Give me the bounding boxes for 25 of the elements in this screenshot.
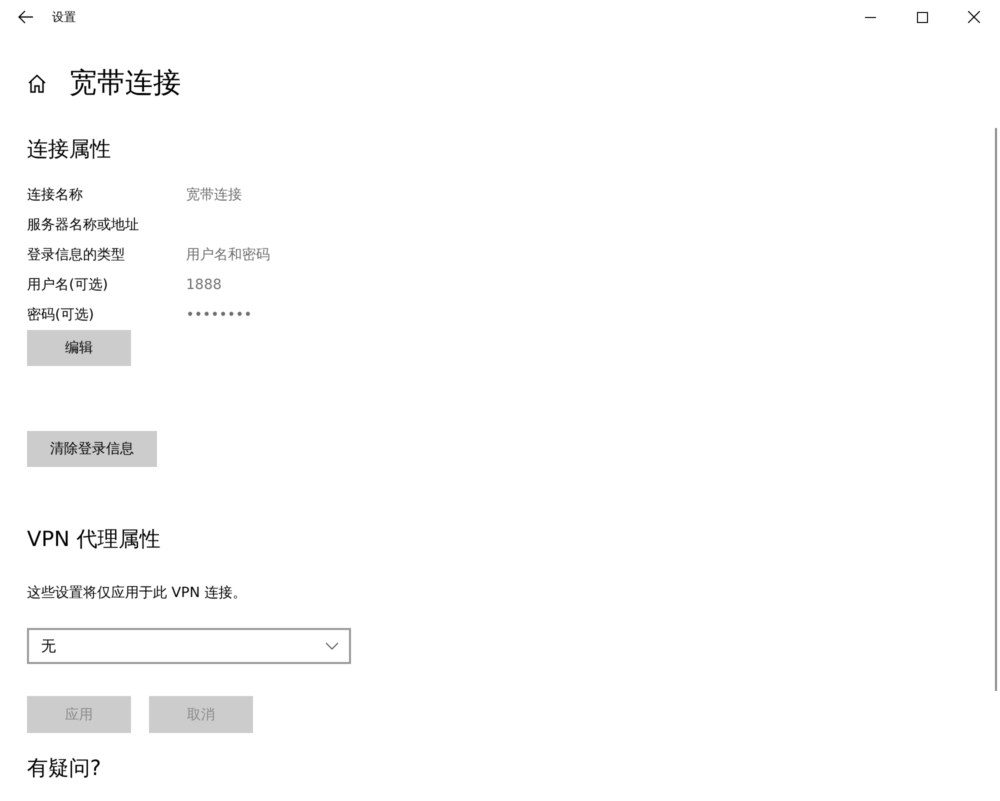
- property-label: 密码(可选): [27, 306, 95, 325]
- section-heading: 有疑问?: [27, 755, 102, 782]
- section-heading: 连接属性: [27, 136, 112, 163]
- proxy-dropdown[interactable]: 无: [27, 628, 351, 664]
- property-label: 用户名(可选): [27, 276, 109, 295]
- scrollbar[interactable]: [995, 128, 997, 691]
- property-label: 连接名称: [27, 186, 84, 205]
- edit-button[interactable]: 编辑: [27, 330, 131, 366]
- property-value: 宽带连接: [186, 186, 243, 205]
- property-label: 服务器名称或地址: [27, 216, 140, 235]
- property-value: ••••••••: [186, 306, 254, 325]
- page-title: 宽带连接: [69, 65, 181, 101]
- minimize-icon: [864, 16, 876, 18]
- property-value: 用户名和密码: [186, 246, 270, 265]
- window-title: 设置: [52, 8, 76, 26]
- close-icon: [968, 11, 980, 23]
- home-icon[interactable]: [27, 74, 47, 92]
- description-text: 这些设置将仅应用于此 VPN 连接。: [27, 584, 248, 603]
- chevron-down-icon: [325, 642, 339, 650]
- maximize-icon: [916, 12, 928, 22]
- property-label: 登录信息的类型: [27, 246, 126, 265]
- section-heading: VPN 代理属性: [27, 526, 162, 553]
- clear-login-button[interactable]: 清除登录信息: [27, 431, 157, 467]
- property-value: 1888: [186, 276, 223, 295]
- back-arrow-icon: [18, 10, 34, 24]
